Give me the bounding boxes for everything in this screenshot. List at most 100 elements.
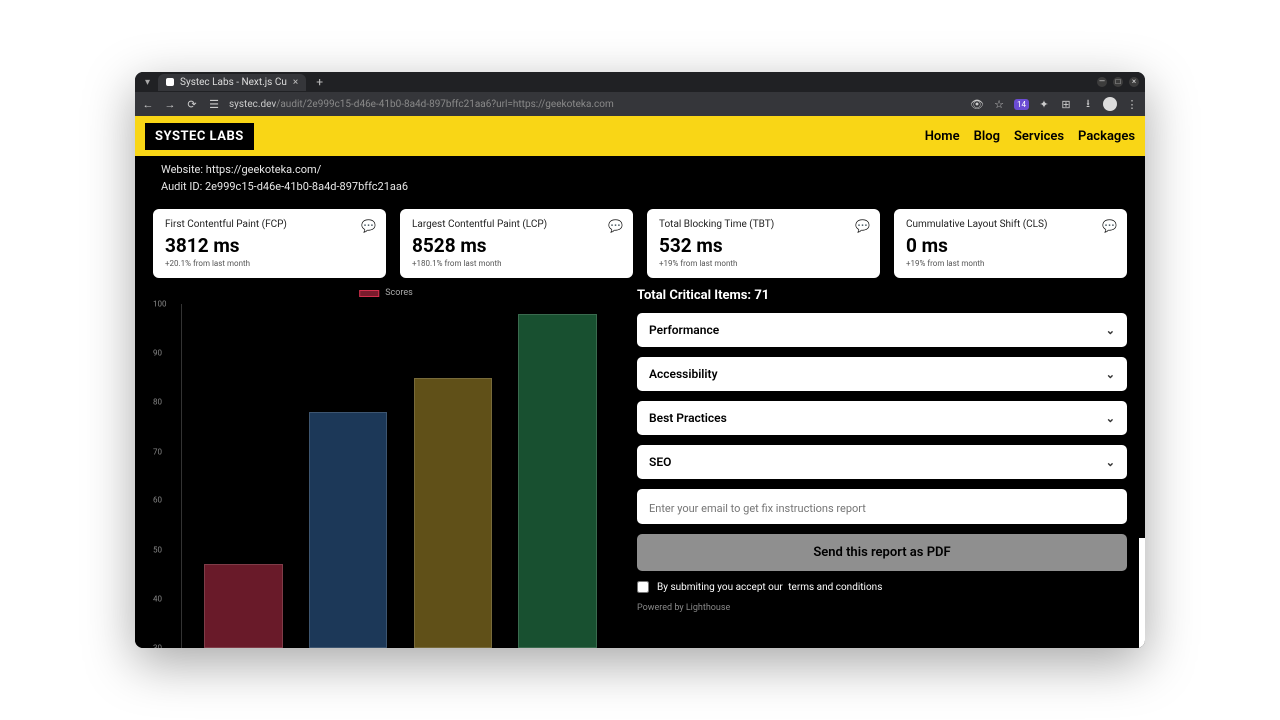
menu-icon[interactable]: ⋮ [1125, 98, 1139, 111]
bookmark-icon[interactable]: ☆ [992, 98, 1006, 111]
address-field[interactable]: systec.dev/audit/2e999c15-d46e-41b0-8a4d… [229, 99, 614, 110]
window-minimize-icon[interactable]: — [1097, 77, 1107, 87]
consent-row: By submiting you accept our terms and co… [637, 581, 1127, 593]
scrollbar-thumb[interactable] [1139, 538, 1145, 648]
browser-urlbar: ← → ⟳ ☰ systec.dev/audit/2e999c15-d46e-4… [135, 92, 1145, 116]
app-nav: SYSTEC LABS Home Blog Services Packages [135, 116, 1145, 156]
accordion-label: SEO [649, 455, 671, 469]
y-axis: 100 90 80 70 60 50 40 30 [153, 304, 177, 648]
card-sub: +20.1% from last month [165, 259, 374, 268]
chat-icon[interactable]: 💬 [1102, 219, 1117, 233]
chart-legend: Scores [359, 288, 413, 298]
extensions-icon[interactable]: ⊞ [1059, 98, 1073, 111]
chevron-down-icon: ⌄ [1106, 324, 1115, 337]
website-value: https://geekoteka.com/ [206, 163, 321, 176]
ytick: 50 [153, 545, 162, 554]
new-tab-button[interactable]: + [316, 75, 323, 89]
chevron-down-icon: ⌄ [1106, 412, 1115, 425]
tab-title: Systec Labs - Next.js Cu [180, 77, 287, 88]
chevron-down-icon: ⌄ [1106, 368, 1115, 381]
card-sub: +19% from last month [906, 259, 1115, 268]
ytick: 80 [153, 398, 162, 407]
card-value: 8528 ms [412, 234, 621, 257]
profile-avatar-icon[interactable] [1103, 97, 1117, 111]
metric-cards: 💬 First Contentful Paint (FCP) 3812 ms +… [135, 195, 1145, 288]
browser-tab[interactable]: Systec Labs - Next.js Cu × [158, 74, 306, 91]
critical-panel: Total Critical Items: 71 Performance ⌄ A… [637, 288, 1127, 648]
card-cls: 💬 Cummulative Layout Shift (CLS) 0 ms +1… [894, 209, 1127, 278]
accordion-performance[interactable]: Performance ⌄ [637, 313, 1127, 347]
lower-split: Scores 100 90 80 70 60 50 40 30 [135, 288, 1145, 648]
url-host: systec.dev [229, 99, 276, 110]
bar-accessibility [309, 412, 388, 648]
plot-area [181, 304, 619, 648]
card-title: Largest Contentful Paint (LCP) [412, 219, 621, 230]
chat-icon[interactable]: 💬 [608, 219, 623, 233]
accordion-accessibility[interactable]: Accessibility ⌄ [637, 357, 1127, 391]
site-info-icon[interactable]: ☰ [207, 98, 221, 111]
ytick: 100 [153, 300, 167, 309]
card-sub: +19% from last month [659, 259, 868, 268]
bar-best-practices [414, 378, 493, 648]
accordion-label: Best Practices [649, 411, 727, 425]
card-title: First Contentful Paint (FCP) [165, 219, 374, 230]
url-path: /audit/2e999c15-d46e-41b0-8a4d-897bffc21… [276, 99, 614, 110]
ytick: 60 [153, 496, 162, 505]
scores-chart: Scores 100 90 80 70 60 50 40 30 [153, 288, 619, 648]
nav-link-blog[interactable]: Blog [974, 129, 1000, 144]
chevron-down-icon: ⌄ [1106, 456, 1115, 469]
accordion-label: Performance [649, 323, 719, 337]
extension-badge[interactable]: 14 [1014, 99, 1029, 110]
terms-link[interactable]: terms and conditions [788, 582, 882, 593]
card-lcp: 💬 Largest Contentful Paint (LCP) 8528 ms… [400, 209, 633, 278]
card-title: Cummulative Layout Shift (CLS) [906, 219, 1115, 230]
ytick: 90 [153, 349, 162, 358]
accordion-label: Accessibility [649, 367, 718, 381]
send-report-button[interactable]: Send this report as PDF [637, 534, 1127, 571]
audit-id-label: Audit ID: [161, 180, 202, 193]
card-value: 532 ms [659, 234, 868, 257]
total-label: Total Critical Items: [637, 288, 751, 303]
ytick: 40 [153, 594, 162, 603]
ytick: 30 [153, 644, 162, 649]
eye-off-icon[interactable]: 👁 [970, 98, 984, 111]
nav-link-packages[interactable]: Packages [1078, 129, 1135, 144]
tab-search-icon[interactable]: ▾ [141, 77, 154, 88]
window-close-icon[interactable]: × [1129, 77, 1139, 87]
consent-text: By submiting you accept our [657, 582, 783, 593]
nav-reload-icon[interactable]: ⟳ [185, 98, 199, 111]
panel-title: Total Critical Items: 71 [637, 288, 1127, 303]
legend-label: Scores [385, 288, 413, 298]
powered-by: Powered by Lighthouse [637, 603, 1127, 613]
card-tbt: 💬 Total Blocking Time (TBT) 532 ms +19% … [647, 209, 880, 278]
nav-link-services[interactable]: Services [1014, 129, 1064, 144]
accordion-seo[interactable]: SEO ⌄ [637, 445, 1127, 479]
nav-forward-icon[interactable]: → [163, 98, 177, 111]
consent-checkbox[interactable] [637, 581, 649, 593]
card-value: 3812 ms [165, 234, 374, 257]
audit-id-value: 2e999c15-d46e-41b0-8a4d-897bffc21aa6 [205, 180, 408, 193]
card-title: Total Blocking Time (TBT) [659, 219, 868, 230]
window-maximize-icon[interactable]: □ [1113, 77, 1123, 87]
chat-icon[interactable]: 💬 [361, 219, 376, 233]
chat-icon[interactable]: 💬 [855, 219, 870, 233]
email-field[interactable] [649, 502, 1115, 515]
nav-back-icon[interactable]: ← [141, 98, 155, 111]
total-value: 71 [754, 288, 769, 303]
favicon-icon [166, 78, 174, 86]
nav-link-home[interactable]: Home [925, 129, 960, 144]
bar-seo [518, 314, 597, 648]
logo[interactable]: SYSTEC LABS [145, 123, 254, 150]
page-content: Website: https://geekoteka.com/ Audit ID… [135, 156, 1145, 648]
bar-performance [204, 564, 283, 648]
accordion-best-practices[interactable]: Best Practices ⌄ [637, 401, 1127, 435]
tab-close-icon[interactable]: × [293, 77, 298, 88]
browser-titlebar: ▾ Systec Labs - Next.js Cu × + — □ × [135, 72, 1145, 92]
downloads-icon[interactable]: ⭳ [1081, 95, 1095, 114]
ytick: 70 [153, 447, 162, 456]
card-sub: +180.1% from last month [412, 259, 621, 268]
sparkle-icon[interactable]: ✦ [1037, 98, 1051, 111]
audit-meta: Website: https://geekoteka.com/ Audit ID… [135, 156, 1145, 195]
browser-window: ▾ Systec Labs - Next.js Cu × + — □ × ← →… [135, 72, 1145, 648]
email-input-wrap [637, 489, 1127, 524]
